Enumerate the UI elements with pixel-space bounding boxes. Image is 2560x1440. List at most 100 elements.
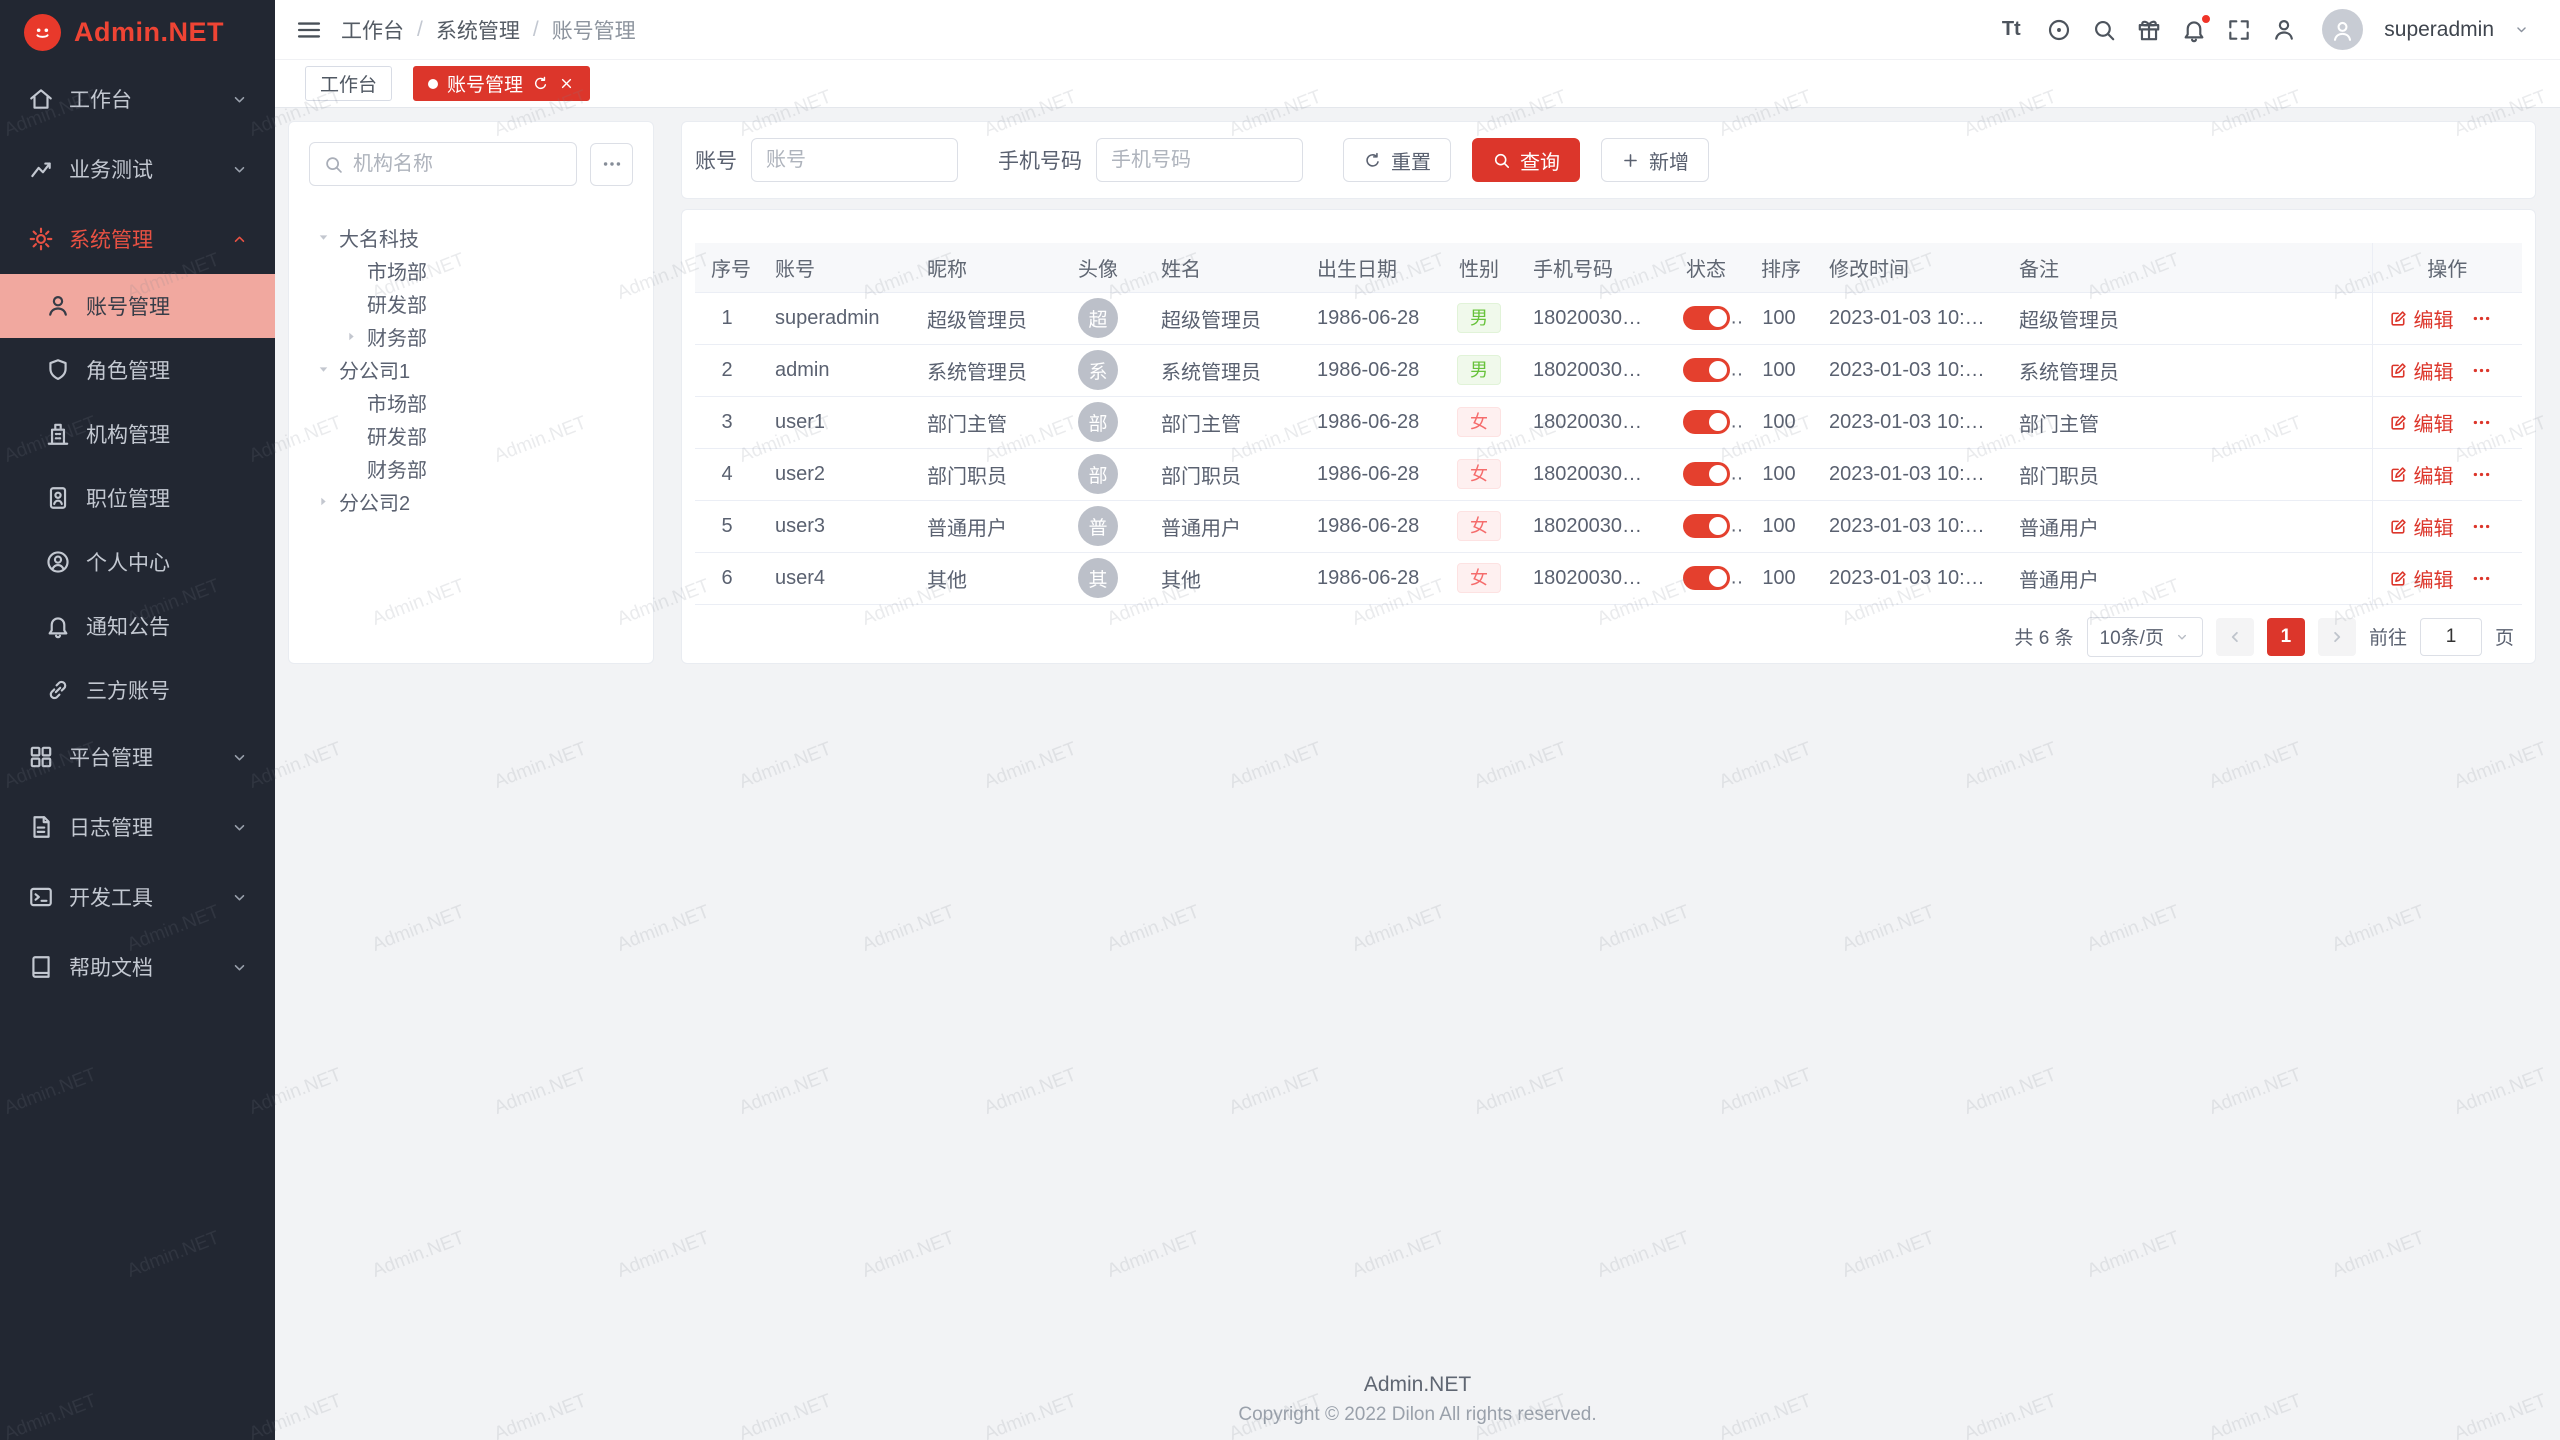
sidebar-subitem-2-0[interactable]: 账号管理 xyxy=(0,274,275,338)
gender-tag: 男 xyxy=(1457,355,1501,386)
prev-page-button[interactable] xyxy=(2216,618,2254,656)
page-size-select[interactable]: 10条/页 xyxy=(2087,617,2203,657)
status-toggle[interactable] xyxy=(1683,306,1730,330)
pagination-total: 共 6 条 xyxy=(2014,623,2073,650)
sidebar-item-4[interactable]: 日志管理 xyxy=(0,792,275,862)
reset-button[interactable]: 重置 xyxy=(1343,138,1451,182)
breadcrumb-item-1[interactable]: 系统管理 xyxy=(436,15,520,45)
row-more-icon[interactable] xyxy=(2471,412,2492,433)
tree-node-4[interactable]: 分公司1 xyxy=(309,353,633,386)
theme-icon[interactable] xyxy=(2046,17,2072,43)
column-header-3: 头像 xyxy=(1051,243,1145,292)
cell-index: 2 xyxy=(695,344,759,396)
tree-node-0[interactable]: 大名科技 xyxy=(309,221,633,254)
cell-operations: 编辑 xyxy=(2372,448,2522,500)
sidebar-subitem-2-1[interactable]: 角色管理 xyxy=(0,338,275,402)
next-page-button[interactable] xyxy=(2318,618,2356,656)
users-table: 序号账号昵称头像姓名出生日期性别手机号码状态排序修改时间备注操作 1supera… xyxy=(695,243,2522,605)
gender-tag: 女 xyxy=(1457,563,1501,594)
cell-modified-time: 2023-01-03 10:59:44 xyxy=(1813,552,2003,604)
column-header-5: 出生日期 xyxy=(1301,243,1441,292)
breadcrumb-item-2[interactable]: 账号管理 xyxy=(552,15,636,45)
caret-placeholder xyxy=(343,460,360,477)
hamburger-icon[interactable] xyxy=(295,16,323,44)
sidebar-subitem-2-4[interactable]: 个人中心 xyxy=(0,530,275,594)
edit-button[interactable]: 编辑 xyxy=(2389,460,2454,489)
sidebar-item-0[interactable]: 工作台 xyxy=(0,64,275,134)
goto-label: 前往 xyxy=(2369,623,2407,650)
sidebar-item-5[interactable]: 开发工具 xyxy=(0,862,275,932)
edit-button[interactable]: 编辑 xyxy=(2389,356,2454,385)
sidebar-item-3[interactable]: 平台管理 xyxy=(0,722,275,792)
user-icon[interactable] xyxy=(2271,17,2297,43)
tree-node-2[interactable]: 研发部 xyxy=(309,287,633,320)
add-button[interactable]: 新增 xyxy=(1601,138,1709,182)
breadcrumb-separator: / xyxy=(533,18,539,42)
gender-tag: 男 xyxy=(1457,303,1501,334)
status-toggle[interactable] xyxy=(1683,514,1730,538)
sidebar-item-6[interactable]: 帮助文档 xyxy=(0,932,275,1002)
tree-caret-icon[interactable] xyxy=(315,493,332,510)
tree-caret-icon[interactable] xyxy=(315,229,332,246)
notification-icon[interactable] xyxy=(2181,17,2207,43)
cell-avatar: 部 xyxy=(1051,448,1145,500)
tree-node-1[interactable]: 市场部 xyxy=(309,254,633,287)
font-size-icon[interactable]: Tt xyxy=(1995,17,2027,43)
tree-node-8[interactable]: 分公司2 xyxy=(309,485,633,518)
row-more-icon[interactable] xyxy=(2471,308,2492,329)
chevron-down-icon[interactable] xyxy=(2513,21,2530,38)
tree-caret-icon[interactable] xyxy=(315,361,332,378)
platform-icon xyxy=(28,744,54,770)
sidebar-subitem-2-5[interactable]: 通知公告 xyxy=(0,594,275,658)
edit-button[interactable]: 编辑 xyxy=(2389,408,2454,437)
column-header-2: 昵称 xyxy=(911,243,1051,292)
avatar[interactable] xyxy=(2322,9,2363,50)
tree-node-6[interactable]: 研发部 xyxy=(309,419,633,452)
sidebar-subitem-2-3[interactable]: 职位管理 xyxy=(0,466,275,530)
cell-nickname: 部门职员 xyxy=(911,448,1051,500)
cell-account: user1 xyxy=(759,396,911,448)
refresh-icon xyxy=(1363,151,1382,170)
account-input[interactable] xyxy=(751,138,958,182)
search-button[interactable]: 查询 xyxy=(1472,138,1580,182)
tree-node-3[interactable]: 财务部 xyxy=(309,320,633,353)
edit-button[interactable]: 编辑 xyxy=(2389,564,2454,593)
status-toggle[interactable] xyxy=(1683,410,1730,434)
row-more-icon[interactable] xyxy=(2471,516,2492,537)
org-search-input[interactable] xyxy=(353,153,563,176)
row-more-icon[interactable] xyxy=(2471,464,2492,485)
row-more-icon[interactable] xyxy=(2471,568,2492,589)
tree-caret-icon[interactable] xyxy=(343,328,360,345)
goto-page-input[interactable] xyxy=(2420,618,2482,656)
search-icon[interactable] xyxy=(2091,17,2117,43)
column-header-11: 备注 xyxy=(2003,243,2372,292)
tab-refresh-icon[interactable] xyxy=(532,75,549,92)
gift-icon[interactable] xyxy=(2136,17,2162,43)
edit-button[interactable]: 编辑 xyxy=(2389,304,2454,333)
tree-node-label: 研发部 xyxy=(367,421,427,450)
sidebar-item-1[interactable]: 业务测试 xyxy=(0,134,275,204)
cell-name: 超级管理员 xyxy=(1145,292,1301,344)
tree-node-5[interactable]: 市场部 xyxy=(309,386,633,419)
breadcrumb-item-0[interactable]: 工作台 xyxy=(341,15,404,45)
phone-input[interactable] xyxy=(1096,138,1303,182)
fullscreen-icon[interactable] xyxy=(2226,17,2252,43)
tab-1[interactable]: 账号管理 xyxy=(413,66,590,101)
tree-node-7[interactable]: 财务部 xyxy=(309,452,633,485)
tab-0[interactable]: 工作台 xyxy=(305,66,392,101)
sidebar-item-2[interactable]: 系统管理 xyxy=(0,204,275,274)
sidebar-subitem-label: 个人中心 xyxy=(86,547,170,577)
caret-placeholder xyxy=(343,262,360,279)
sidebar-subitem-2-6[interactable]: 三方账号 xyxy=(0,658,275,722)
status-toggle[interactable] xyxy=(1683,462,1730,486)
sidebar-subitem-2-2[interactable]: 机构管理 xyxy=(0,402,275,466)
page-1-button[interactable]: 1 xyxy=(2267,618,2305,656)
tab-close-icon[interactable] xyxy=(558,75,575,92)
edit-button[interactable]: 编辑 xyxy=(2389,512,2454,541)
row-more-icon[interactable] xyxy=(2471,360,2492,381)
org-more-button[interactable] xyxy=(590,143,633,186)
status-toggle[interactable] xyxy=(1683,566,1730,590)
username[interactable]: superadmin xyxy=(2384,18,2494,42)
row-avatar: 其 xyxy=(1078,558,1118,598)
status-toggle[interactable] xyxy=(1683,358,1730,382)
